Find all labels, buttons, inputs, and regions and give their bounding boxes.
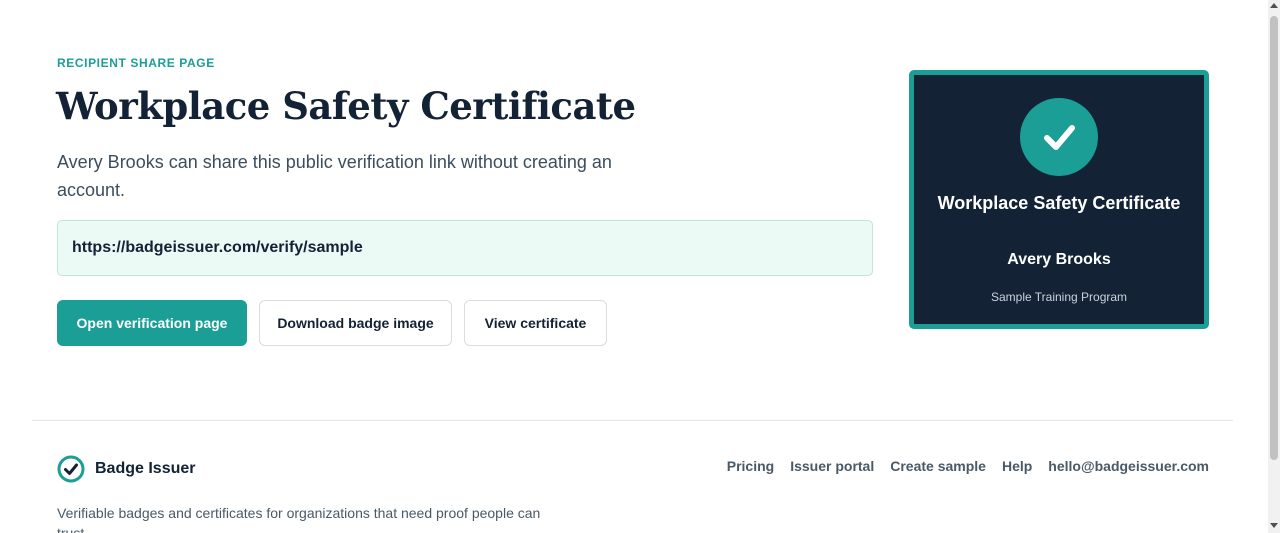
footer-link-help[interactable]: Help bbox=[1002, 458, 1032, 474]
footer-brand-name[interactable]: Badge Issuer bbox=[95, 460, 195, 478]
footer-link-issuer-portal[interactable]: Issuer portal bbox=[790, 458, 874, 474]
badge-preview-card: Workplace Safety Certificate Avery Brook… bbox=[909, 70, 1209, 329]
share-url-text[interactable]: https://badgeissuer.com/verify/sample bbox=[72, 239, 363, 257]
badge-check-circle bbox=[1020, 98, 1098, 176]
badge-title: Workplace Safety Certificate bbox=[937, 193, 1181, 213]
check-circle-icon bbox=[57, 455, 85, 483]
badge-recipient-name: Avery Brooks bbox=[1007, 251, 1111, 268]
footer-link-pricing[interactable]: Pricing bbox=[727, 458, 774, 474]
scrollbar-thumb[interactable] bbox=[1270, 16, 1278, 460]
share-url-field[interactable]: https://badgeissuer.com/verify/sample bbox=[57, 220, 873, 276]
scroll-down-arrow-icon[interactable] bbox=[1270, 523, 1278, 528]
download-badge-image-button[interactable]: Download badge image bbox=[259, 300, 452, 346]
footer-link-email[interactable]: hello@badgeissuer.com bbox=[1048, 458, 1209, 474]
footer-divider bbox=[32, 420, 1233, 421]
badge-program-name: Sample Training Program bbox=[990, 290, 1128, 304]
open-verification-page-button[interactable]: Open verification page bbox=[57, 300, 247, 346]
footer-tagline: Verifiable badges and certificates for o… bbox=[57, 505, 541, 533]
page-title: Workplace Safety Certificate bbox=[56, 84, 636, 128]
footer-link-create-sample[interactable]: Create sample bbox=[890, 458, 986, 474]
scroll-up-arrow-icon[interactable] bbox=[1270, 3, 1278, 8]
page-scrollbar[interactable] bbox=[1268, 0, 1280, 533]
page-description: Avery Brooks can share this public verif… bbox=[57, 152, 612, 200]
page-eyebrow: RECIPIENT SHARE PAGE bbox=[57, 56, 215, 70]
footer-brand[interactable]: Badge Issuer bbox=[57, 455, 195, 483]
view-certificate-button[interactable]: View certificate bbox=[464, 300, 607, 346]
footer-nav: Pricing Issuer portal Create sample Help… bbox=[727, 458, 1209, 474]
checkmark-icon bbox=[1044, 125, 1075, 150]
